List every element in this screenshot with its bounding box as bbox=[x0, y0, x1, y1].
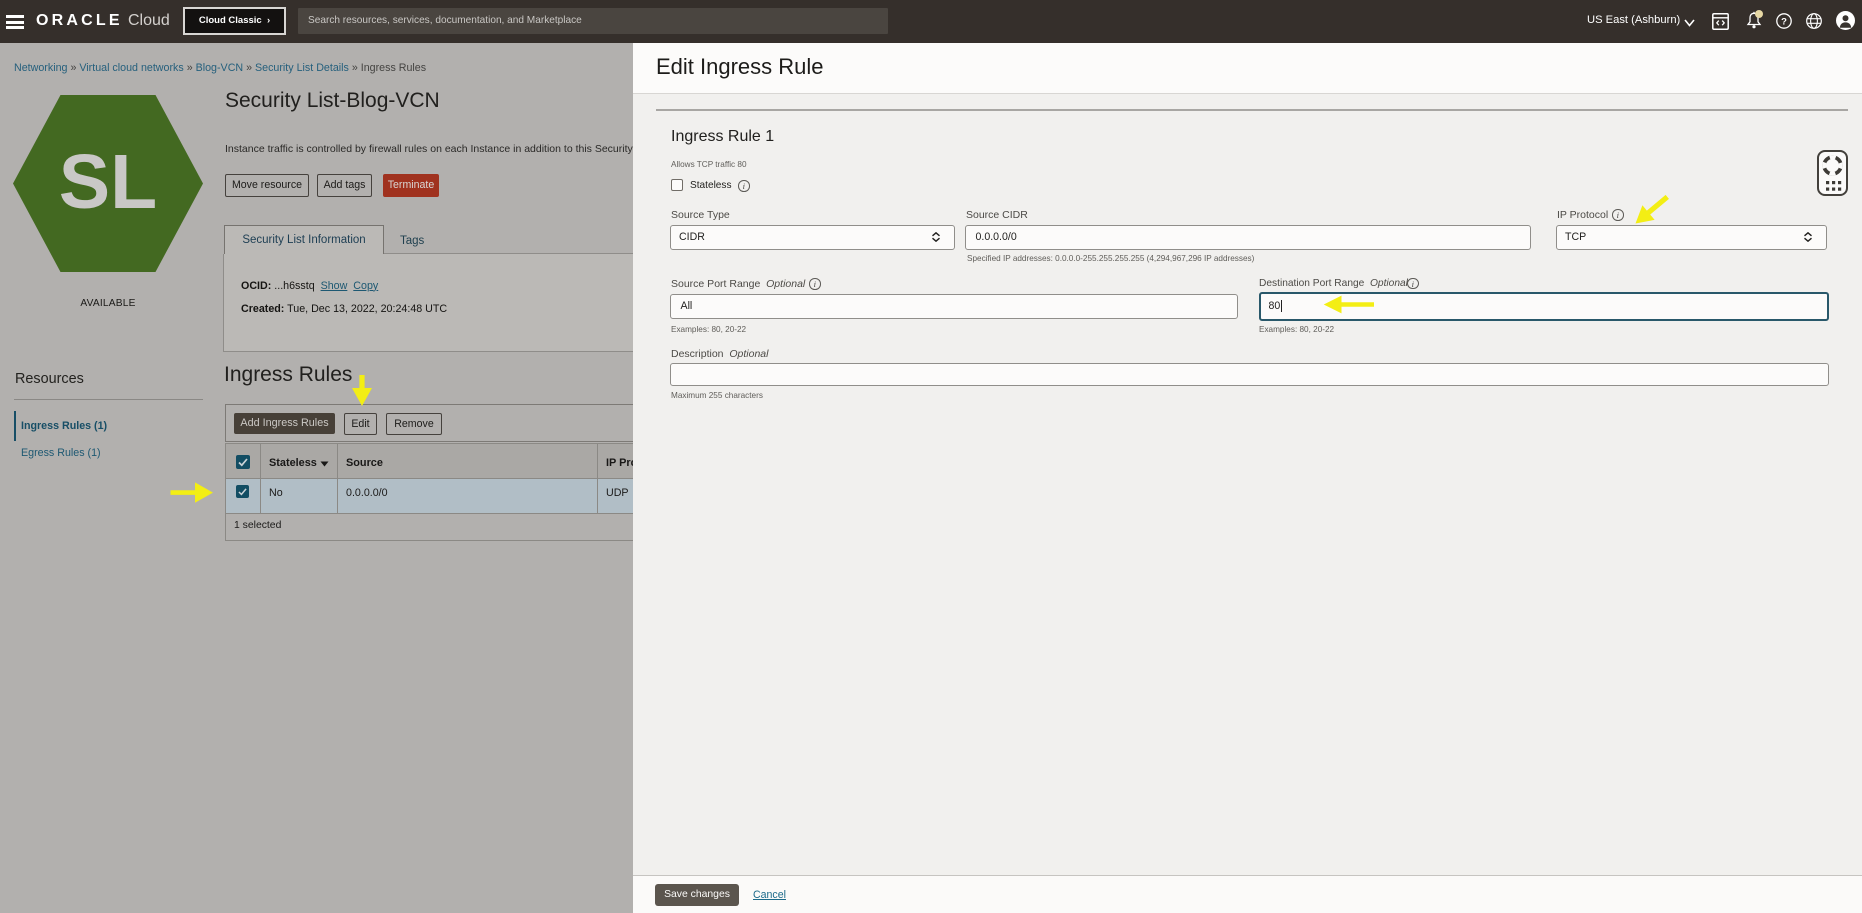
svg-text:?: ? bbox=[1781, 17, 1787, 28]
